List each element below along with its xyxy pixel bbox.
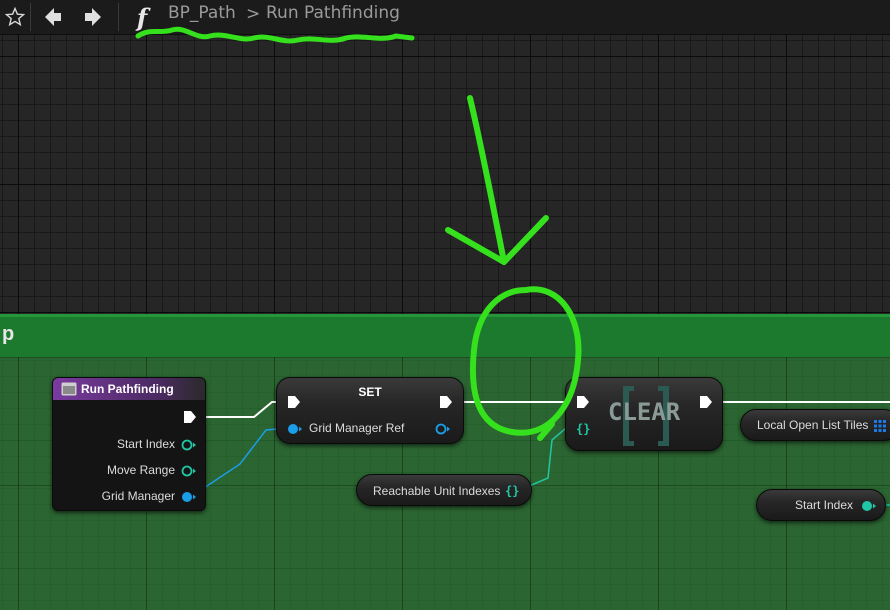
breadcrumb-blueprint[interactable]: BP_Path [168, 3, 236, 23]
reachable-array-out-pin[interactable]: {} [505, 484, 523, 498]
exec-out-pin[interactable] [183, 410, 197, 424]
grid-manager-ref-out-pin[interactable] [435, 422, 451, 436]
back-arrow-icon[interactable] [38, 0, 68, 34]
set-exec-in-pin[interactable] [287, 395, 301, 409]
function-icon: f [128, 0, 156, 34]
reachable-unit-indexes-node[interactable]: Reachable Unit Indexes {} [356, 474, 532, 506]
array-grid-icon[interactable] [874, 420, 886, 432]
function-entry-node[interactable]: Run Pathfinding Start Index Move Range G… [52, 377, 206, 511]
comment-title: p [2, 323, 15, 345]
move-range-pin[interactable] [181, 464, 197, 478]
set-node-title: SET [358, 385, 382, 399]
local-open-list-tiles-node[interactable]: Local Open List Tiles [740, 409, 890, 441]
function-entry-icon [61, 382, 77, 396]
breadcrumb-function[interactable]: Run Pathfinding [266, 3, 400, 23]
comment-header[interactable]: p [0, 314, 890, 357]
grid-manager-ref-label: Grid Manager Ref [309, 421, 405, 435]
start-index-node[interactable]: Start Index [756, 489, 886, 521]
clear-exec-in-pin[interactable] [576, 395, 590, 409]
start-index-out-pin[interactable] [861, 499, 877, 513]
breadcrumb-toolbar: f BP_Path > Run Pathfinding [0, 0, 890, 35]
start-index-pin[interactable] [181, 438, 197, 452]
clear-node-title: CLEAR [608, 398, 681, 426]
set-variable-node[interactable]: SET Grid Manager Ref [276, 377, 464, 444]
grid-manager-pin-label: Grid Manager [101, 489, 175, 503]
start-index-label: Start Index [795, 498, 854, 512]
clear-exec-out-pin[interactable] [699, 395, 713, 409]
grid-manager-ref-in-pin[interactable] [287, 422, 303, 436]
svg-text:{}: {} [505, 484, 519, 498]
clear-target-array-pin[interactable]: {} [576, 422, 594, 436]
set-exec-out-pin[interactable] [439, 395, 453, 409]
clear-array-node[interactable]: {} CLEAR [565, 377, 723, 451]
reachable-unit-indexes-label: Reachable Unit Indexes [373, 484, 501, 498]
grid-manager-pin[interactable] [181, 490, 197, 504]
function-symbol: f [136, 2, 148, 32]
start-index-pin-label: Start Index [116, 437, 175, 451]
svg-text:{}: {} [576, 422, 590, 436]
forward-arrow-icon[interactable] [78, 0, 108, 34]
move-range-pin-label: Move Range [106, 463, 175, 477]
local-open-list-tiles-label: Local Open List Tiles [757, 418, 869, 432]
breadcrumb-separator: > [246, 4, 261, 24]
entry-node-title: Run Pathfinding [81, 382, 174, 396]
star-icon[interactable] [2, 0, 28, 34]
